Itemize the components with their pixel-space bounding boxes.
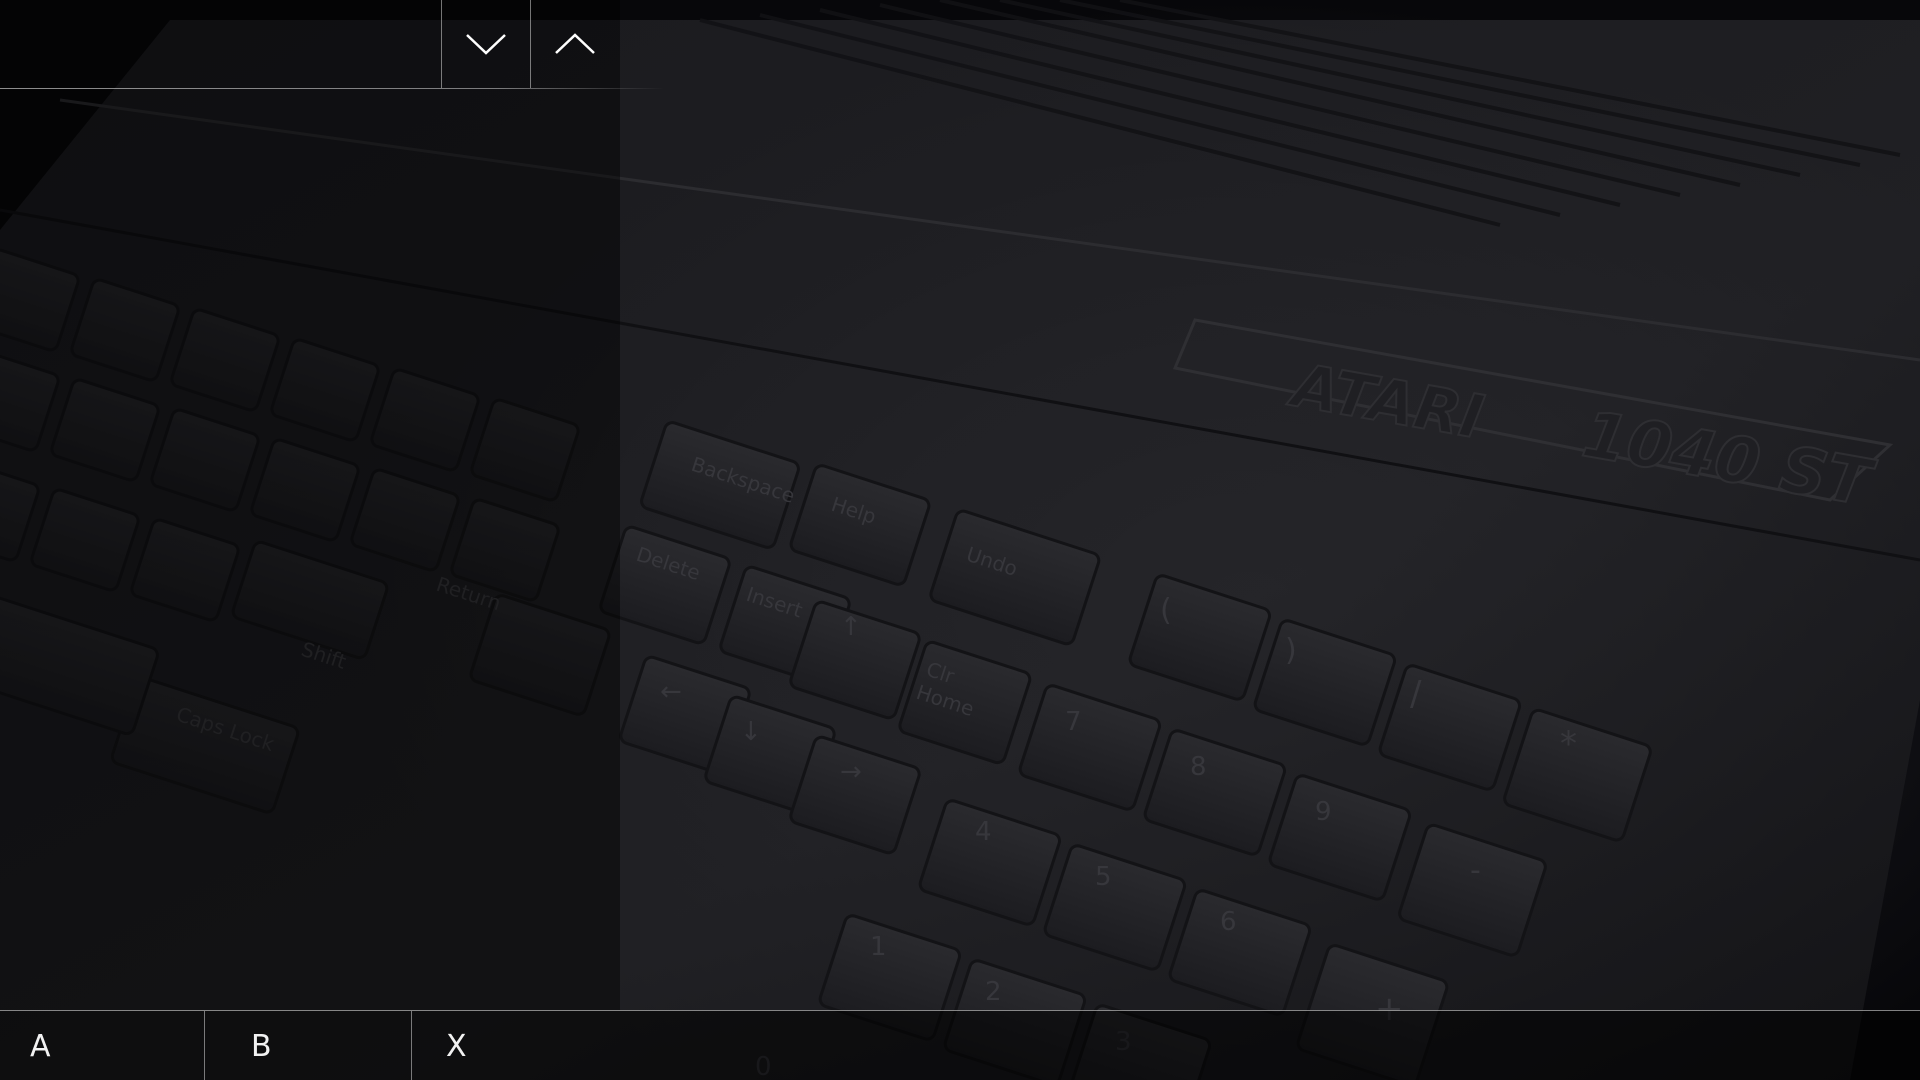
svg-text:(: (	[1160, 593, 1172, 628]
svg-text:←: ←	[660, 677, 682, 707]
left-dim-panel	[0, 0, 620, 1010]
svg-text:↓: ↓	[740, 717, 762, 747]
chevron-up-icon	[555, 33, 595, 54]
b-button[interactable]: B	[204, 1011, 411, 1080]
scroll-up-button[interactable]	[530, 0, 619, 88]
svg-text:9: 9	[1315, 797, 1332, 827]
svg-text:-: -	[1470, 853, 1481, 888]
a-button[interactable]: A	[0, 1011, 204, 1080]
a-button-label: A	[30, 1028, 52, 1064]
svg-text:4: 4	[975, 817, 992, 847]
svg-text:→: →	[840, 757, 862, 787]
b-button-label: B	[251, 1028, 273, 1064]
top-navigation-bar	[0, 0, 665, 89]
x-button-label: X	[446, 1028, 468, 1064]
svg-text:↑: ↑	[840, 612, 862, 642]
svg-text:2: 2	[985, 977, 1002, 1007]
x-button[interactable]: X	[411, 1011, 611, 1080]
scroll-down-button[interactable]	[441, 0, 530, 88]
svg-text:6: 6	[1220, 907, 1237, 937]
bottom-button-bar: A B X	[0, 1010, 1920, 1080]
svg-text:5: 5	[1095, 862, 1112, 892]
screen: ATARI 1040 ST Backspace Help Undo Delete…	[0, 0, 1920, 1080]
top-divider	[0, 88, 665, 89]
svg-text:7: 7	[1065, 707, 1082, 737]
svg-text:): )	[1285, 633, 1297, 668]
chevron-down-icon	[466, 34, 506, 55]
svg-text:8: 8	[1190, 752, 1207, 782]
svg-text:1: 1	[870, 932, 887, 962]
svg-text:*: *	[1560, 724, 1577, 764]
svg-text:/: /	[1410, 674, 1422, 714]
